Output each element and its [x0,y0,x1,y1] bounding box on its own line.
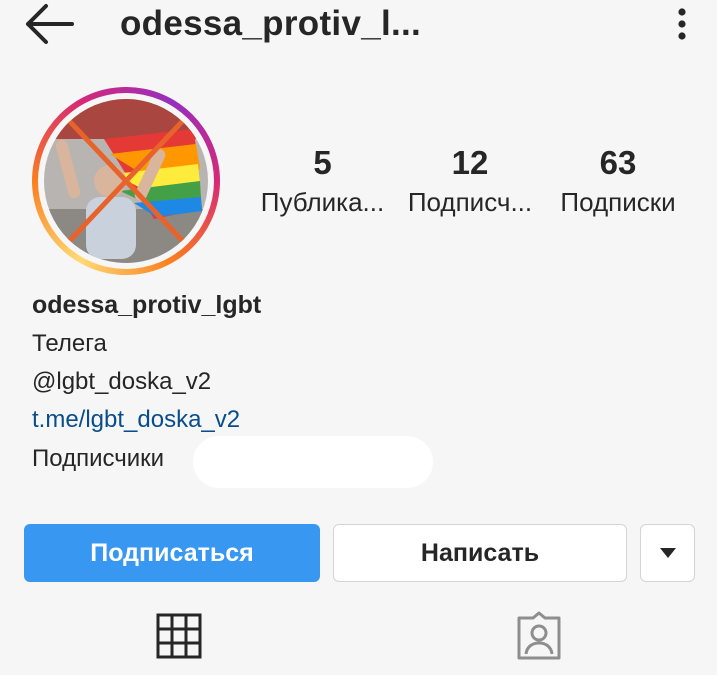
follow-button[interactable]: Подписаться [24,524,320,582]
stat-posts-count: 5 [313,144,332,181]
stat-posts[interactable]: 5 Публика... [255,143,390,217]
stat-followers-count: 12 [451,144,489,181]
stat-posts-label: Публика... [260,187,385,217]
caret-down-icon [659,548,676,558]
stat-following[interactable]: 63 Подписки [550,143,686,217]
bio-link[interactable]: t.me/lgbt_doska_v2 [32,405,240,435]
profile-username-title: odessa_protiv_l... [120,4,422,43]
bio-line-2: @lgbt_doska_v2 [32,368,212,395]
stat-following-count: 63 [599,144,637,181]
grid-icon [156,613,202,659]
redacted-area [193,436,433,488]
bio-line-1: Телега [32,330,107,357]
stat-followers-label: Подписч... [407,187,533,217]
back-button[interactable] [20,0,80,48]
tab-grid[interactable] [155,612,203,660]
stat-followers[interactable]: 12 Подписч... [402,143,538,217]
avatar-photo [44,99,208,263]
stat-following-label: Подписки [560,187,676,217]
tab-tagged[interactable] [513,610,565,662]
tagged-person-icon [517,611,561,660]
message-button[interactable]: Написать [333,524,627,582]
more-vertical-icon [678,8,686,40]
suggested-dropdown-button[interactable] [640,524,695,582]
more-options-button[interactable] [662,4,702,44]
avatar[interactable] [32,87,220,275]
bio-line-4: Подписчики [32,445,165,472]
arrow-left-icon [26,4,74,44]
bio-name: odessa_protiv_lgbt [32,291,262,319]
